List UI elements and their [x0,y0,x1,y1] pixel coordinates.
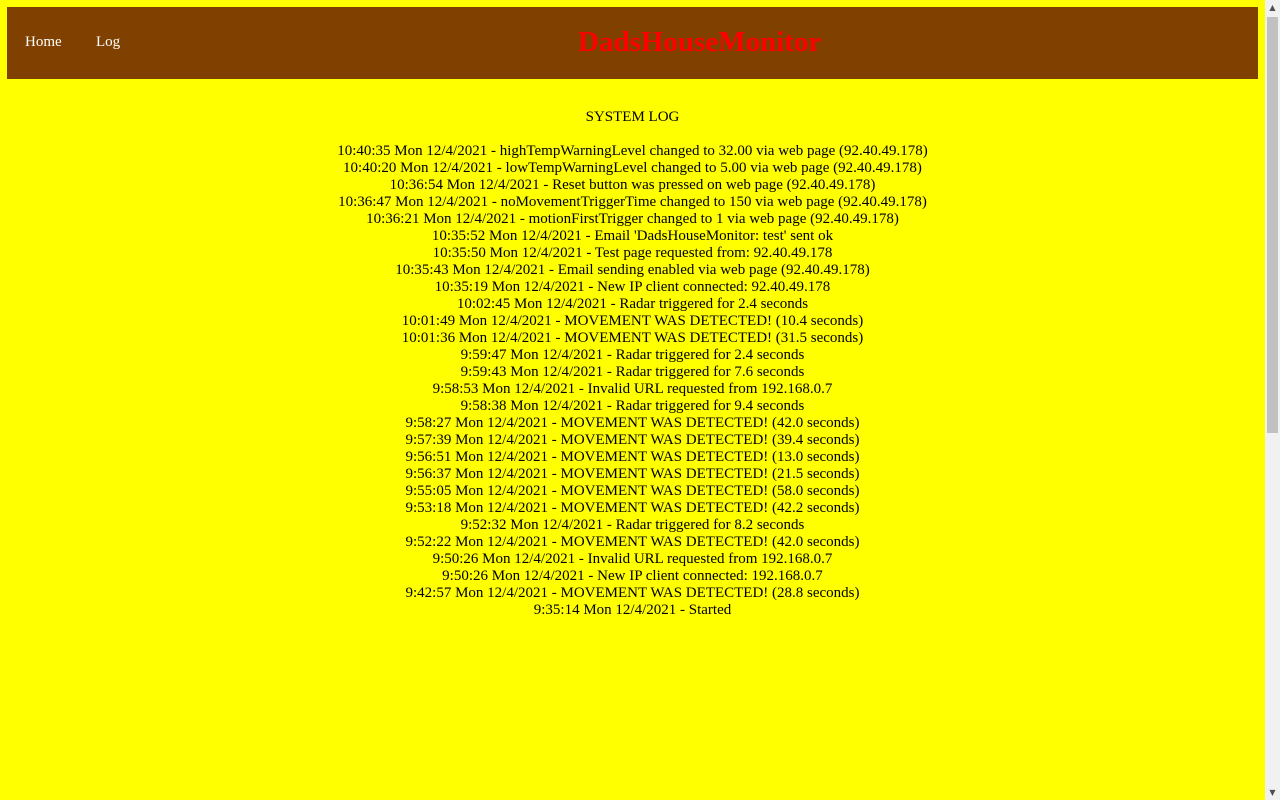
log-entry: 9:50:26 Mon 12/4/2021 - New IP client co… [442,568,823,584]
vertical-scrollbar[interactable]: ▲ ▼ [1265,0,1280,800]
log-entry: 9:55:05 Mon 12/4/2021 - MOVEMENT WAS DET… [405,483,860,499]
nav-link-log[interactable]: Log [96,33,120,51]
nav-link-home[interactable]: Home [25,33,62,51]
log-entry: 10:36:21 Mon 12/4/2021 - motionFirstTrig… [366,211,899,227]
log-entry: 9:57:39 Mon 12/4/2021 - MOVEMENT WAS DET… [405,432,860,448]
log-entry: 9:58:53 Mon 12/4/2021 - Invalid URL requ… [432,381,833,397]
log-entry: 9:59:43 Mon 12/4/2021 - Radar triggered … [460,364,805,380]
site-title: DadsHouseMonitor [578,26,822,58]
log-title: SYSTEM LOG [585,109,680,125]
log-entry: 9:58:27 Mon 12/4/2021 - MOVEMENT WAS DET… [405,415,860,431]
log-entry: 9:52:32 Mon 12/4/2021 - Radar triggered … [460,517,805,533]
log-entry: 10:36:47 Mon 12/4/2021 - noMovementTrigg… [338,194,927,210]
log-entry: 10:40:20 Mon 12/4/2021 - lowTempWarningL… [343,160,922,176]
log-entry: 10:35:19 Mon 12/4/2021 - New IP client c… [434,279,831,295]
chevron-down-icon[interactable]: ▼ [1265,785,1280,800]
log-list: 10:40:35 Mon 12/4/2021 - highTempWarning… [0,143,1265,619]
log-entry: 10:01:36 Mon 12/4/2021 - MOVEMENT WAS DE… [401,330,864,346]
log-entry: 10:35:52 Mon 12/4/2021 - Email 'DadsHous… [431,228,834,244]
top-navbar: Home Log DadsHouseMonitor [7,7,1258,79]
log-entry: 10:40:35 Mon 12/4/2021 - highTempWarning… [337,143,928,159]
log-entry: 10:02:45 Mon 12/4/2021 - Radar triggered… [456,296,809,312]
log-entry: 9:50:26 Mon 12/4/2021 - Invalid URL requ… [432,551,833,567]
chevron-up-icon[interactable]: ▲ [1265,0,1280,15]
log-entry: 10:01:49 Mon 12/4/2021 - MOVEMENT WAS DE… [401,313,864,329]
log-entry: 9:56:37 Mon 12/4/2021 - MOVEMENT WAS DET… [405,466,860,482]
scrollbar-thumb[interactable] [1267,17,1278,433]
log-entry: 9:52:22 Mon 12/4/2021 - MOVEMENT WAS DET… [405,534,860,550]
log-entry: 9:58:38 Mon 12/4/2021 - Radar triggered … [460,398,805,414]
page-body: Home Log DadsHouseMonitor SYSTEM LOG 10:… [0,0,1265,800]
log-entry: 10:35:50 Mon 12/4/2021 - Test page reque… [432,245,833,261]
log-entry: 9:59:47 Mon 12/4/2021 - Radar triggered … [460,347,805,363]
log-entry: 10:36:54 Mon 12/4/2021 - Reset button wa… [389,177,876,193]
log-entry: 9:53:18 Mon 12/4/2021 - MOVEMENT WAS DET… [405,500,860,516]
log-entry: 9:42:57 Mon 12/4/2021 - MOVEMENT WAS DET… [405,585,860,601]
log-entry: 9:35:14 Mon 12/4/2021 - Started [533,602,732,618]
log-entry: 9:56:51 Mon 12/4/2021 - MOVEMENT WAS DET… [405,449,860,465]
log-entry: 10:35:43 Mon 12/4/2021 - Email sending e… [395,262,870,278]
